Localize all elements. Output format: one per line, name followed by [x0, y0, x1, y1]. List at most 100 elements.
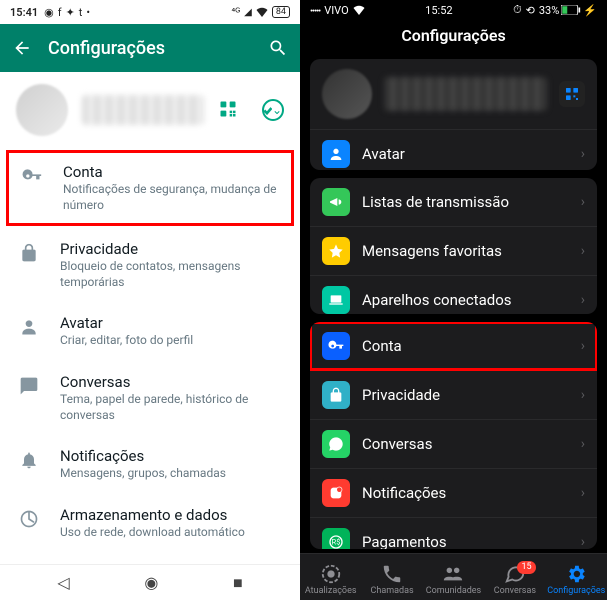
row-linked-devices[interactable]: Aparelhos conectados › [310, 275, 597, 314]
item-subtitle: Bloqueio de contatos, mensagens temporár… [60, 259, 282, 290]
tab-label: Configurações [547, 586, 605, 596]
row-privacy[interactable]: Privacidade › [310, 370, 597, 419]
carrier-label: VIVO [324, 4, 349, 17]
add-account-icon[interactable]: ⌄ [262, 99, 284, 121]
data-usage-icon [18, 508, 40, 530]
item-title: Conta [63, 163, 279, 181]
tab-settings[interactable]: Configurações [546, 563, 607, 596]
wifi-icon [256, 7, 268, 17]
tools-section: Listas de transmissão › Mensagens favori… [310, 178, 597, 314]
item-subtitle: Criar, editar, foto do perfil [60, 333, 282, 349]
laptop-icon [322, 286, 350, 314]
key-icon [322, 332, 350, 360]
tab-label: Conversas [494, 586, 536, 596]
row-starred-messages[interactable]: Mensagens favoritas › [310, 226, 597, 275]
camera-icon: ✦ [66, 6, 75, 19]
megaphone-icon [322, 188, 350, 216]
gear-icon [565, 563, 587, 585]
chevron-right-icon: › [581, 194, 585, 210]
settings-item-notifications[interactable]: Notificações Mensagens, grupos, chamadas [0, 435, 300, 494]
lock-icon [322, 381, 350, 409]
nav-home[interactable]: ◉ [144, 573, 158, 592]
status-system-icons: ⁴ᴳ ◢ 84 [232, 6, 290, 18]
tab-chats[interactable]: 15 Conversas [484, 563, 545, 596]
profile-avatar [16, 84, 68, 136]
settings-item-avatar[interactable]: Avatar Criar, editar, foto do perfil [0, 302, 300, 361]
rotation-lock-icon: ⟲ [526, 4, 535, 17]
wifi-icon [353, 5, 365, 15]
android-screen: 15:41 ◉ f ✦ t • ⁴ᴳ ◢ 84 Configurações [0, 0, 300, 600]
charging-icon: ⚡ [583, 4, 597, 17]
unread-badge: 15 [517, 561, 535, 574]
header-title: Configurações [48, 38, 252, 59]
profile-section: Avatar › [310, 59, 597, 170]
qr-code-icon[interactable] [218, 99, 240, 121]
row-broadcast-lists[interactable]: Listas de transmissão › [310, 178, 597, 226]
android-status-bar: 15:41 ◉ f ✦ t • ⁴ᴳ ◢ 84 [0, 0, 300, 24]
item-title: Conversas [60, 373, 282, 391]
ios-status-bar: VIVO 15:52 ⏱ ⟲ 33% ⚡ [300, 0, 607, 20]
whatsapp-chat-icon [322, 430, 350, 458]
chevron-right-icon: › [581, 436, 585, 452]
settings-item-language[interactable]: Idioma do app Português (Brasil) (idioma… [0, 552, 300, 564]
tab-label: Atualizações [305, 586, 357, 596]
profile-row[interactable]: ⌄ [0, 72, 300, 148]
status-time: 15:41 [10, 6, 38, 19]
item-title: Privacidade [60, 240, 282, 258]
row-label: Notificações [362, 484, 569, 502]
profile-row[interactable] [310, 59, 597, 129]
chevron-right-icon: › [581, 292, 585, 308]
row-payments[interactable]: R$ Pagamentos › [310, 517, 597, 549]
row-label: Avatar [362, 145, 569, 163]
tab-updates[interactable]: Atualizações [300, 563, 361, 596]
data-icon: ⁴ᴳ [232, 7, 241, 18]
signal-icon: ◢ [244, 7, 252, 18]
chevron-right-icon: › [581, 485, 585, 501]
row-label: Privacidade [362, 386, 569, 404]
page-title: Configurações [300, 20, 607, 55]
tab-label: Chamadas [371, 586, 414, 596]
item-subtitle: Mensagens, grupos, chamadas [60, 466, 282, 482]
bell-icon [18, 449, 40, 471]
item-subtitle: Uso de rede, download automático [60, 525, 282, 541]
row-label: Aparelhos conectados [362, 291, 569, 309]
settings-item-chats[interactable]: Conversas Tema, papel de parede, históri… [0, 361, 300, 435]
qr-code-button[interactable] [559, 81, 585, 107]
settings-item-storage[interactable]: Armazenamento e dados Uso de rede, downl… [0, 494, 300, 553]
search-button[interactable] [268, 38, 288, 58]
row-avatar[interactable]: Avatar › [310, 129, 597, 170]
chat-icon [18, 375, 40, 397]
row-chats[interactable]: Conversas › [310, 419, 597, 468]
item-subtitle: Notificações de segurança, mudança de nú… [63, 182, 279, 213]
tab-communities[interactable]: Comunidades [423, 563, 484, 596]
profile-avatar [322, 69, 372, 119]
row-label: Listas de transmissão [362, 193, 569, 211]
item-subtitle: Tema, papel de parede, histórico de conv… [60, 392, 282, 423]
nav-back[interactable]: ◁ [57, 573, 69, 592]
row-notifications[interactable]: Notificações › [310, 468, 597, 517]
tab-label: Comunidades [426, 586, 481, 596]
row-label: Conta [362, 337, 569, 355]
more-icon: • [86, 6, 90, 19]
settings-item-account[interactable]: Conta Notificações de segurança, mudança… [6, 150, 294, 226]
row-account[interactable]: Conta › [310, 322, 597, 370]
chevron-right-icon: › [581, 387, 585, 403]
item-title: Avatar [60, 314, 282, 332]
communities-icon [442, 563, 464, 585]
back-button[interactable] [12, 38, 32, 58]
settings-header: Configurações [0, 24, 300, 72]
tumblr-icon: t [79, 6, 83, 19]
item-title: Notificações [60, 447, 282, 465]
status-ring-icon [320, 563, 342, 585]
avatar-icon [18, 316, 40, 338]
profile-name-blurred [82, 95, 204, 125]
tab-calls[interactable]: Chamadas [361, 563, 422, 596]
facebook-icon: f [58, 6, 62, 19]
account-section: Conta › Privacidade › Conversas › Notifi… [310, 322, 597, 549]
nav-recents[interactable]: ■ [233, 573, 243, 593]
ios-tab-bar: Atualizações Chamadas Comunidades 15 Con… [300, 553, 607, 600]
settings-item-privacy[interactable]: Privacidade Bloqueio de contatos, mensag… [0, 228, 300, 302]
settings-list: Conta Notificações de segurança, mudança… [0, 148, 300, 564]
key-icon [21, 165, 43, 187]
lock-icon [18, 242, 40, 264]
